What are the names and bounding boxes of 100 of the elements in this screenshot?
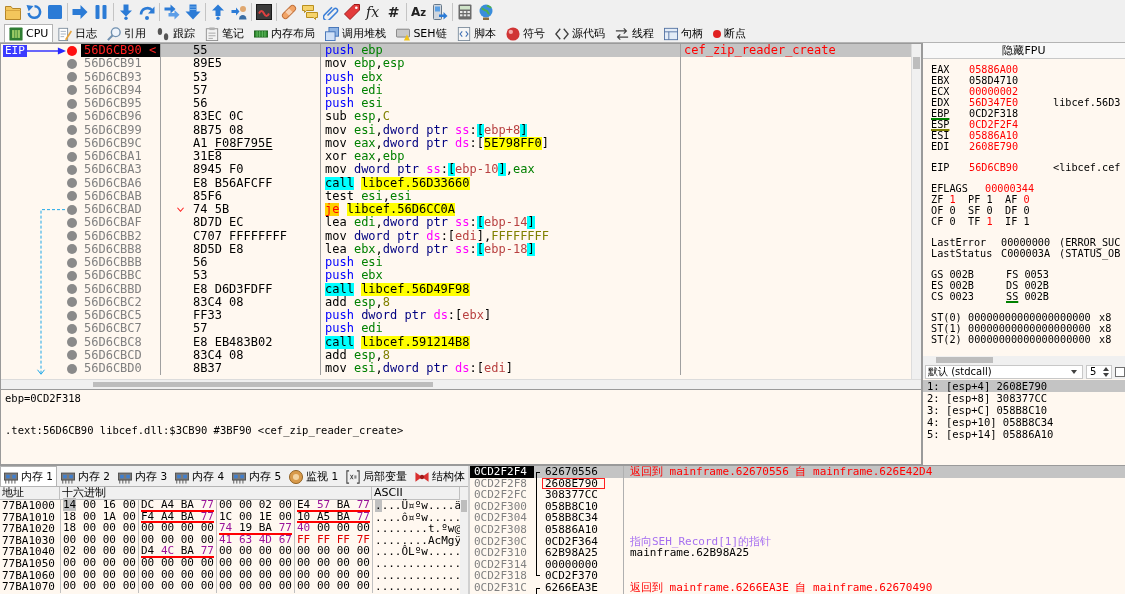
breakpoint-dot-icon[interactable] — [67, 138, 77, 149]
paperclip-icon[interactable] — [322, 4, 339, 20]
breakpoint-dot-icon[interactable] — [67, 45, 77, 56]
tab[interactable]: 内存布局 — [249, 24, 321, 42]
register-value[interactable]: 56D6CB90 — [969, 162, 1019, 173]
tab[interactable]: 内存 3 — [114, 466, 172, 486]
tab[interactable]: 内存 2 — [57, 466, 115, 486]
register-value[interactable]: 0CD2F318 — [969, 108, 1019, 119]
argument-entry[interactable]: 5: [esp+14] 05886A10 — [923, 428, 1125, 440]
up-arrow-icon[interactable] — [1103, 366, 1109, 371]
scrollbar-thumb[interactable] — [936, 357, 993, 363]
tab[interactable]: 断点 — [707, 24, 751, 42]
segment-register[interactable]: FS 0053 — [1006, 269, 1049, 280]
breakpoint-dot-icon[interactable] — [67, 257, 77, 268]
tab[interactable]: 跟踪 — [151, 24, 201, 42]
register-value[interactable]: 00000000000000000000 — [968, 323, 1091, 334]
tab[interactable]: 笔记 — [200, 24, 250, 42]
cpu-flag[interactable]: SF 0 — [968, 205, 993, 216]
argument-entry[interactable]: 1: [esp+4] 2608E790 — [923, 380, 1125, 392]
breakpoint-dot-icon[interactable] — [67, 58, 77, 69]
checkbox[interactable] — [1115, 366, 1125, 377]
selected-row[interactable]: 56D6CB90 < 55 push ebp cef_zip_reader_create — [81, 44, 911, 58]
device-arrow-icon[interactable] — [431, 4, 448, 20]
folder-icon[interactable] — [4, 4, 21, 20]
cpu-flag[interactable]: AF 0 — [1005, 194, 1030, 205]
tab[interactable]: 句柄 — [658, 24, 708, 42]
breakpoint-dot-icon[interactable] — [67, 284, 77, 295]
restart-icon[interactable] — [25, 4, 42, 20]
segment-register[interactable]: CS 0023 — [931, 291, 974, 302]
double-arrow-icon[interactable] — [163, 4, 180, 20]
selected-row[interactable]: 62670556 返回到 mainframe.62670556 自 mainframe.626E42D4 — [534, 466, 1125, 478]
horizontal-scrollbar[interactable] — [923, 356, 1125, 364]
calling-convention-dropdown[interactable]: 默认 (stdcall) — [925, 364, 1083, 379]
breakpoint-dot-icon[interactable] — [67, 337, 77, 348]
right-arrow-icon[interactable] — [71, 4, 88, 20]
breakpoint-dot-icon[interactable] — [67, 244, 77, 255]
scrollbar-thumb[interactable] — [93, 382, 433, 387]
register-value[interactable]: 058D4710 — [969, 75, 1019, 86]
tab[interactable]: 内存 4 — [171, 466, 229, 486]
tab[interactable]: 局部变量 — [342, 466, 412, 486]
breakpoint-dot-icon[interactable] — [67, 217, 77, 228]
breakpoint-dot-icon[interactable] — [67, 125, 77, 136]
register-value[interactable]: 2608E790 — [969, 141, 1019, 152]
tab[interactable]: 内存 5 — [228, 466, 286, 486]
segment-register[interactable]: DS 002B — [1006, 280, 1049, 291]
scrollbar-thumb[interactable] — [461, 500, 467, 512]
stop-icon[interactable] — [46, 4, 63, 20]
cpu-flag[interactable]: TF 1 — [968, 216, 993, 227]
register-value[interactable]: 00000002 — [969, 86, 1019, 97]
up-arrow-dot-icon[interactable] — [209, 4, 226, 20]
breakpoint-dot-icon[interactable] — [67, 98, 77, 109]
argument-entry[interactable]: 3: [esp+C] 058B8C10 — [923, 404, 1125, 416]
register-value[interactable]: 00000000 — [1001, 237, 1051, 248]
tab[interactable]: 脚本 — [451, 24, 501, 42]
tab[interactable]: 内存 1 — [0, 466, 58, 486]
breakpoint-dot-icon[interactable] — [67, 350, 77, 361]
speech-bubbles-icon[interactable] — [301, 4, 318, 20]
register-value[interactable]: 0CD2F2F4 — [969, 119, 1019, 130]
breakpoint-dot-icon[interactable] — [67, 363, 77, 374]
argument-entry[interactable]: 4: [esp+10] 058B8C34 — [923, 416, 1125, 428]
segment-register[interactable]: GS 002B — [931, 269, 974, 280]
cpu-flag[interactable]: DF 0 — [1005, 205, 1030, 216]
cpu-flag[interactable]: ZF 1 — [931, 194, 956, 205]
tab[interactable]: CPU — [4, 24, 54, 42]
arrow-person-icon[interactable] — [230, 4, 247, 20]
cpu-flag[interactable]: CF 0 — [931, 216, 956, 227]
breakpoint-dot-icon[interactable] — [67, 85, 77, 96]
tab[interactable]: 引用 — [102, 24, 152, 42]
scrollbar-thumb[interactable] — [913, 57, 920, 69]
curved-arrow-icon[interactable] — [138, 4, 155, 20]
cpu-flag[interactable]: PF 1 — [968, 194, 993, 205]
cpu-flag[interactable]: OF 0 — [931, 205, 956, 216]
cpu-flag[interactable]: IF 1 — [1005, 216, 1030, 227]
register-value[interactable]: 56D347E0 — [969, 97, 1019, 108]
register-value[interactable]: C000003A — [1001, 248, 1051, 259]
breakpoint-dot-icon[interactable] — [67, 204, 77, 215]
breakpoint-dot-icon[interactable] — [67, 310, 77, 321]
breakpoint-dot-icon[interactable] — [67, 72, 77, 83]
breakpoint-dot-icon[interactable] — [67, 191, 77, 202]
register-value[interactable]: 05886A00 — [969, 64, 1019, 75]
calculator-icon[interactable] — [456, 4, 473, 20]
tab[interactable]: 源代码 — [549, 24, 610, 42]
globe-icon[interactable] — [477, 4, 494, 20]
fx-button[interactable]: fx — [362, 2, 383, 22]
breakpoint-dot-icon[interactable] — [67, 111, 77, 122]
argument-count-spinbox[interactable]: 5 — [1086, 364, 1112, 379]
register-value[interactable]: 00000344 — [985, 183, 1035, 194]
tag-icon[interactable] — [343, 4, 360, 20]
bandage-icon[interactable] — [280, 4, 297, 20]
vertical-scrollbar[interactable] — [460, 487, 468, 594]
vertical-scrollbar[interactable] — [911, 44, 921, 379]
breakpoint-dot-icon[interactable] — [67, 151, 77, 162]
argument-entry[interactable]: 2: [esp+8] 308377CC — [923, 392, 1125, 404]
segment-register[interactable]: ES 002B — [931, 280, 974, 291]
horizontal-scrollbar[interactable] — [1, 379, 921, 389]
tab[interactable]: 监视 1 — [285, 466, 343, 486]
register-value[interactable]: 00000000000000000000 — [968, 312, 1091, 323]
register-value[interactable]: 05886A10 — [969, 130, 1019, 141]
tab[interactable]: 符号 — [500, 24, 550, 42]
tab[interactable]: 日志 — [53, 24, 103, 42]
